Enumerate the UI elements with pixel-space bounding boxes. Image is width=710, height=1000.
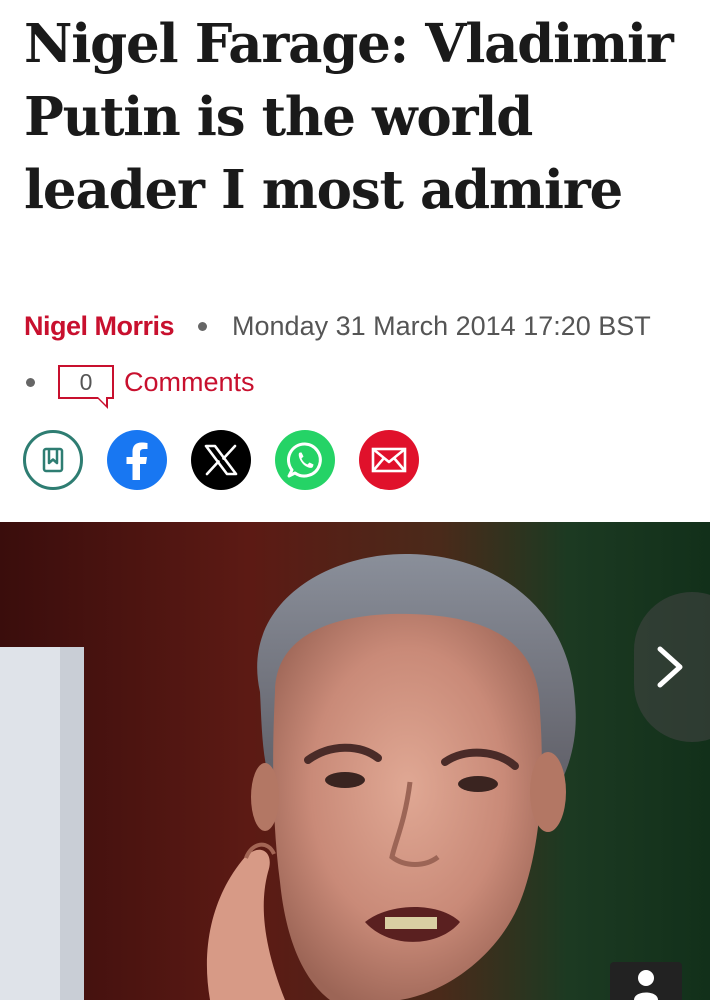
- separator-dot: [26, 377, 35, 387]
- share-bar: [23, 430, 419, 490]
- facebook-share-button[interactable]: [107, 430, 167, 490]
- email-icon: [371, 447, 407, 473]
- bookmark-icon: [42, 447, 64, 473]
- byline: Nigel Morris Monday 31 March 2014 17:20 …: [24, 306, 694, 346]
- bookmark-button[interactable]: [23, 430, 83, 490]
- comments-count-badge[interactable]: 0: [58, 365, 114, 409]
- corner-tab[interactable]: [610, 962, 682, 1000]
- separator-dot: [198, 321, 208, 331]
- author-link[interactable]: Nigel Morris: [24, 311, 175, 342]
- chevron-right-icon: [657, 646, 683, 688]
- whatsapp-icon: [287, 442, 322, 478]
- facebook-icon: [126, 442, 148, 480]
- email-share-button[interactable]: [359, 430, 419, 490]
- portrait-photo: [0, 553, 576, 1000]
- comments-count: 0: [79, 368, 93, 395]
- comments-row: 0 Comments: [24, 362, 255, 409]
- x-icon: [204, 444, 238, 476]
- article-headline: Nigel Farage: Vladimir Putin is the worl…: [24, 13, 674, 221]
- article-hero-image: [0, 522, 710, 1000]
- x-share-button[interactable]: [191, 430, 251, 490]
- whatsapp-share-button[interactable]: [275, 430, 335, 490]
- publish-date: Monday 31 March 2014 17:20 BST: [232, 310, 651, 341]
- comments-link[interactable]: Comments: [124, 367, 255, 398]
- gallery-next-button[interactable]: [634, 592, 710, 742]
- person-icon: [634, 970, 658, 1000]
